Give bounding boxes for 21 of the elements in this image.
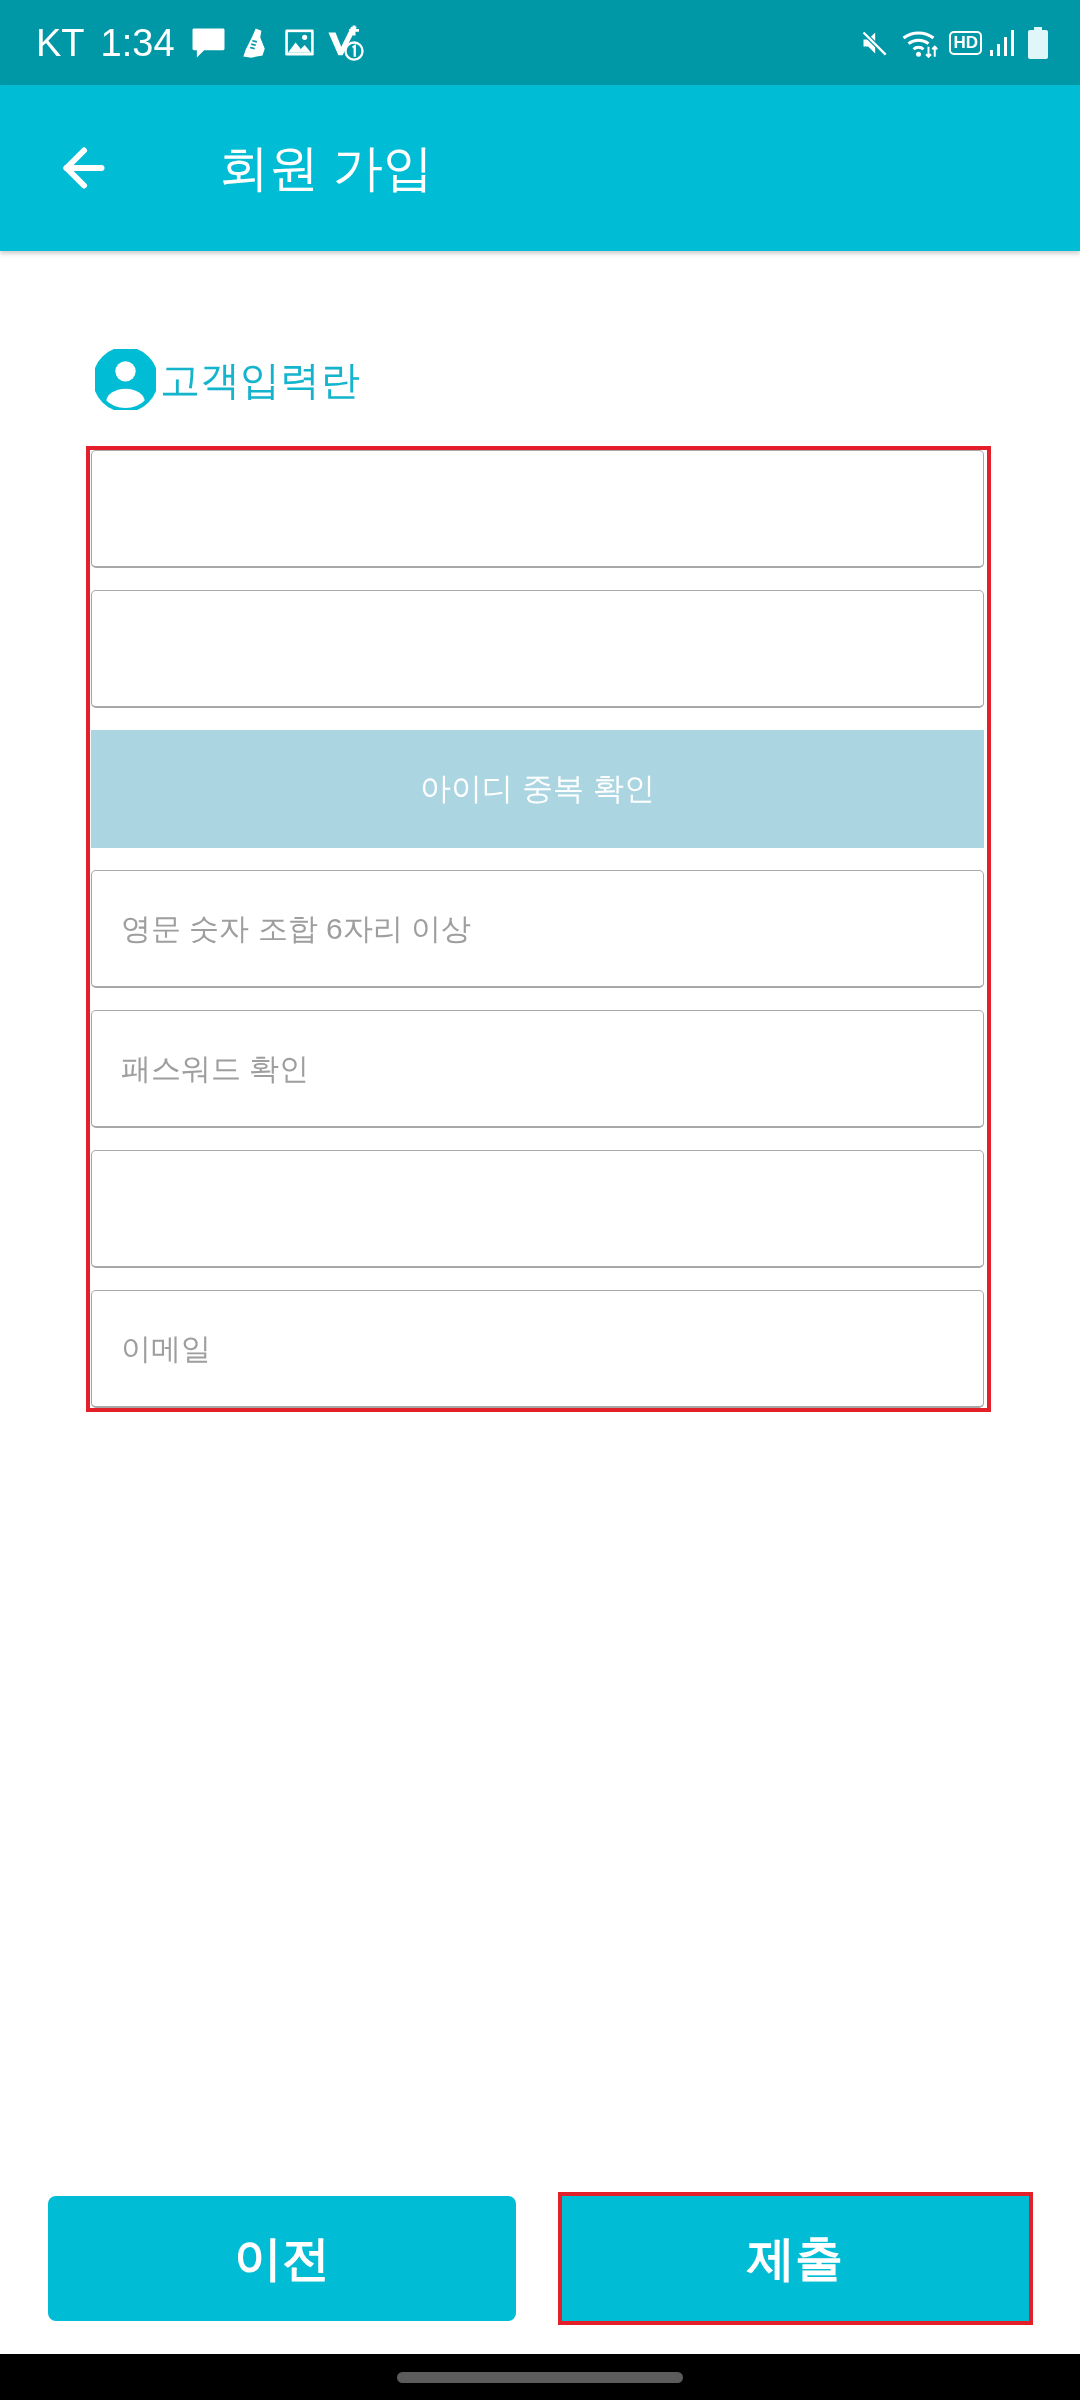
page-title: 회원 가입 bbox=[219, 143, 433, 193]
text-input-field[interactable] bbox=[91, 450, 984, 568]
id-check-button[interactable]: 아이디 중복 확인 bbox=[91, 730, 984, 848]
signal-icon bbox=[990, 29, 1014, 56]
chat-bubble-icon bbox=[190, 26, 226, 59]
home-handle[interactable] bbox=[397, 2371, 683, 2383]
image-icon bbox=[283, 28, 315, 57]
submit-button[interactable]: 제출 bbox=[557, 2192, 1033, 2325]
hd-voice-indicator: HD bbox=[949, 30, 982, 55]
previous-button[interactable]: 이전 bbox=[48, 2196, 516, 2321]
text-input-field[interactable] bbox=[91, 1150, 984, 1268]
status-time: 1:34 bbox=[100, 23, 175, 62]
user-avatar-icon bbox=[95, 349, 156, 410]
app-logo-icon bbox=[326, 24, 364, 61]
text-input-field[interactable]: 영문 숫자 조합 6자리 이상 bbox=[91, 870, 984, 988]
carrier-name: KT bbox=[36, 23, 85, 62]
text-input-field[interactable] bbox=[91, 590, 984, 708]
text-input-field[interactable]: 패스워드 확인 bbox=[91, 1010, 984, 1128]
text-input-field[interactable]: 이메일 bbox=[91, 1290, 984, 1408]
section-title: 고객입력란 bbox=[160, 359, 360, 400]
battery-icon bbox=[1028, 26, 1048, 59]
